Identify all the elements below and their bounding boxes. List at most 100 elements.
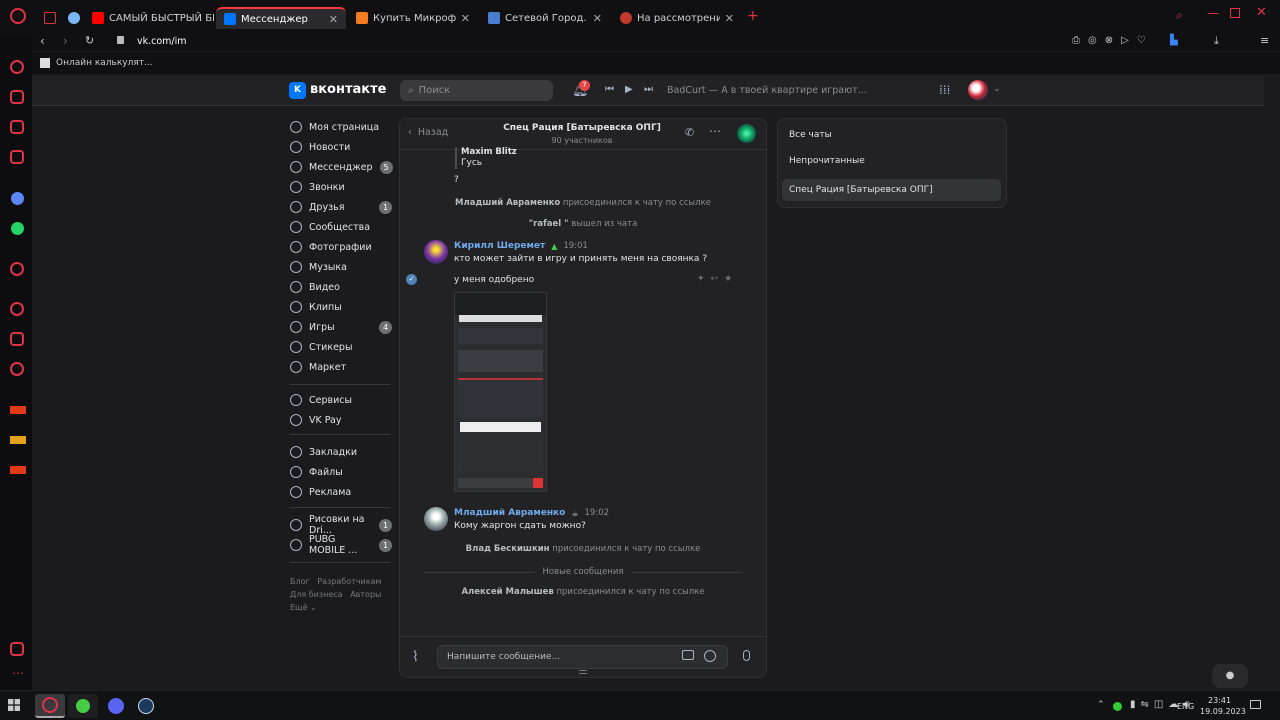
player-icon[interactable] [10, 262, 24, 276]
chat-bubble-button[interactable]: ● [1212, 664, 1248, 688]
close-icon[interactable]: ✕ [461, 12, 470, 25]
whatsapp-icon[interactable] [11, 222, 24, 235]
phone-icon[interactable]: ✆ [685, 126, 694, 139]
box-icon[interactable] [10, 332, 24, 346]
sidebar-item-nav-5[interactable]: Сообщества [290, 219, 392, 235]
prev-track-icon[interactable]: ⏮ [605, 84, 614, 95]
sidebar-item-nav4-0[interactable]: Рисовки на Dri... 1 [290, 514, 392, 536]
footer-authors[interactable]: Авторы [350, 590, 381, 599]
language-indicator[interactable]: ENG [1177, 702, 1194, 711]
sidebar-item-nav-7[interactable]: Музыка [290, 259, 392, 275]
message-author[interactable]: Младший Авраменко [454, 508, 565, 518]
notification-center-icon[interactable] [1250, 700, 1261, 709]
image-attachment[interactable] [454, 292, 547, 492]
reload-icon[interactable]: ↻ [85, 34, 94, 47]
back-icon[interactable]: ‹ [40, 34, 45, 48]
svc-user[interactable]: Младший Авраменко [455, 198, 560, 208]
folder-spec-chat[interactable]: Спец Рация [Батыревска ОПГ] [782, 179, 1001, 201]
tab-messenger[interactable]: Мессенджер ✕ [216, 7, 346, 29]
attach-icon[interactable]: ⌇ [412, 649, 419, 665]
sidebar-item-nav3-1[interactable]: Файлы [290, 464, 392, 480]
clock-time[interactable]: 23:41 [1208, 696, 1231, 705]
messenger-icon[interactable] [11, 192, 24, 205]
close-window-button[interactable]: ✕ [1256, 5, 1267, 20]
search-input[interactable]: ⌕ Поиск [400, 80, 553, 101]
sidebar-item-nav3-0[interactable]: Закладки [290, 444, 392, 460]
taskbar-opera[interactable] [35, 694, 65, 718]
tray-app-icon[interactable] [1113, 702, 1122, 711]
tab-school[interactable]: Сетевой Город. Образова ✕ [480, 7, 610, 29]
twitch-icon[interactable] [10, 120, 24, 134]
folder-unread[interactable]: Непрочитанные [789, 156, 865, 166]
sidebar-item-nav-1[interactable]: Новости [290, 139, 392, 155]
bag-icon[interactable] [10, 90, 24, 104]
sidebar-item-nav4-1[interactable]: PUBG MOBILE ... 1 [290, 534, 392, 556]
chat-avatar[interactable] [737, 124, 756, 143]
tray-chevron-icon[interactable]: ⌃ [1097, 700, 1105, 710]
avatar[interactable] [424, 240, 448, 264]
new-tab-button[interactable]: + [747, 8, 759, 24]
smile-icon[interactable] [704, 650, 716, 662]
url-field[interactable]: vk.com/im [137, 36, 187, 47]
sidebar-item-nav2-1[interactable]: VK Pay [290, 412, 392, 428]
next-track-icon[interactable]: ⏭ [644, 84, 653, 95]
microphone-icon[interactable] [743, 650, 750, 661]
chevron-down-icon[interactable]: ⌄ [993, 84, 1001, 94]
sidebar-item-nav-3[interactable]: Звонки [290, 179, 392, 195]
star-icon[interactable]: ★ [724, 274, 738, 284]
speed-dial-icon[interactable] [10, 60, 24, 74]
taskbar-steam[interactable] [131, 694, 161, 718]
svc-user[interactable]: Влад Бескишкин [466, 544, 550, 554]
taskbar-discord[interactable] [101, 694, 131, 718]
resize-handle-icon[interactable] [579, 670, 587, 674]
footer-business[interactable]: Для бизнеса [290, 590, 343, 599]
sidebar-item-nav-9[interactable]: Клипы [290, 299, 392, 315]
camera-icon[interactable] [682, 650, 694, 660]
clock-date[interactable]: 19.09.2023 [1200, 707, 1246, 716]
read-check-icon[interactable]: ✓ [406, 274, 417, 285]
reply-icon[interactable]: ↩ [711, 274, 725, 284]
vk-logo-icon[interactable]: K [289, 82, 306, 99]
sidebar-settings-icon[interactable] [10, 642, 24, 656]
settings-icon[interactable] [10, 362, 24, 376]
sidebar-item-nav2-0[interactable]: Сервисы [290, 392, 392, 408]
profile-avatar[interactable] [968, 80, 988, 100]
avatar[interactable] [424, 507, 448, 531]
search-tabs-icon[interactable]: ⌕ [1176, 8, 1183, 23]
tab-forum[interactable]: На рассмотрении - Бар "1 ✕ [612, 7, 742, 29]
sparkle-icon[interactable]: ✦ [697, 274, 711, 284]
close-icon[interactable]: ✕ [329, 13, 338, 26]
footer-dev[interactable]: Разработчикам [317, 577, 381, 586]
sidebar-item-nav-4[interactable]: Друзья 1 [290, 199, 392, 215]
news-icon[interactable] [10, 150, 24, 164]
sidebar-item-nav-12[interactable]: Маркет [290, 359, 392, 375]
close-icon[interactable]: ✕ [725, 12, 734, 25]
forward-icon[interactable]: › [63, 34, 68, 48]
menu-icon[interactable]: ≡ [1260, 34, 1269, 47]
download-icon[interactable]: ⤓ [1214, 34, 1219, 48]
message-author[interactable]: Кирилл Шеремет [454, 241, 545, 251]
tab-pinned-2[interactable] [60, 7, 84, 29]
sidebar-item-nav-8[interactable]: Видео [290, 279, 392, 295]
apps-grid-icon[interactable]: ⁞⁞⁞ [939, 83, 950, 97]
opera-logo[interactable] [10, 8, 26, 24]
vk-logo[interactable]: вконтакте [310, 82, 386, 97]
bookmark-strip-2[interactable] [10, 436, 26, 444]
sidebar-item-nav3-2[interactable]: Реклама [290, 484, 392, 500]
maximize-button[interactable] [1230, 8, 1240, 18]
sidebar-item-nav-10[interactable]: Игры 4 [290, 319, 392, 335]
footer-more[interactable]: Ещё ⌄ [290, 603, 317, 612]
sidebar-item-nav-2[interactable]: Мессенджер 5 [290, 159, 393, 175]
toolbar-icons[interactable]: ⎙◎⊗▷♡ [1072, 35, 1154, 46]
sidebar-item-nav-6[interactable]: Фотографии [290, 239, 392, 255]
bookmark-strip-3[interactable] [10, 466, 26, 474]
history-icon[interactable] [10, 302, 24, 316]
sidebar-item-nav-11[interactable]: Стикеры [290, 339, 392, 355]
svc-user[interactable]: Алексей Малышев [461, 587, 553, 597]
bookmark-item[interactable]: Онлайн калькулят... [56, 58, 153, 68]
taskbar-app-2[interactable] [68, 694, 98, 718]
tab-dns[interactable]: Купить Микрофон HyperX ✕ [348, 7, 478, 29]
minimize-button[interactable]: — [1207, 6, 1219, 20]
now-playing[interactable]: BadCurt — А в твоей квартире играют... [667, 85, 867, 96]
folder-all-chats[interactable]: Все чаты [789, 130, 832, 140]
